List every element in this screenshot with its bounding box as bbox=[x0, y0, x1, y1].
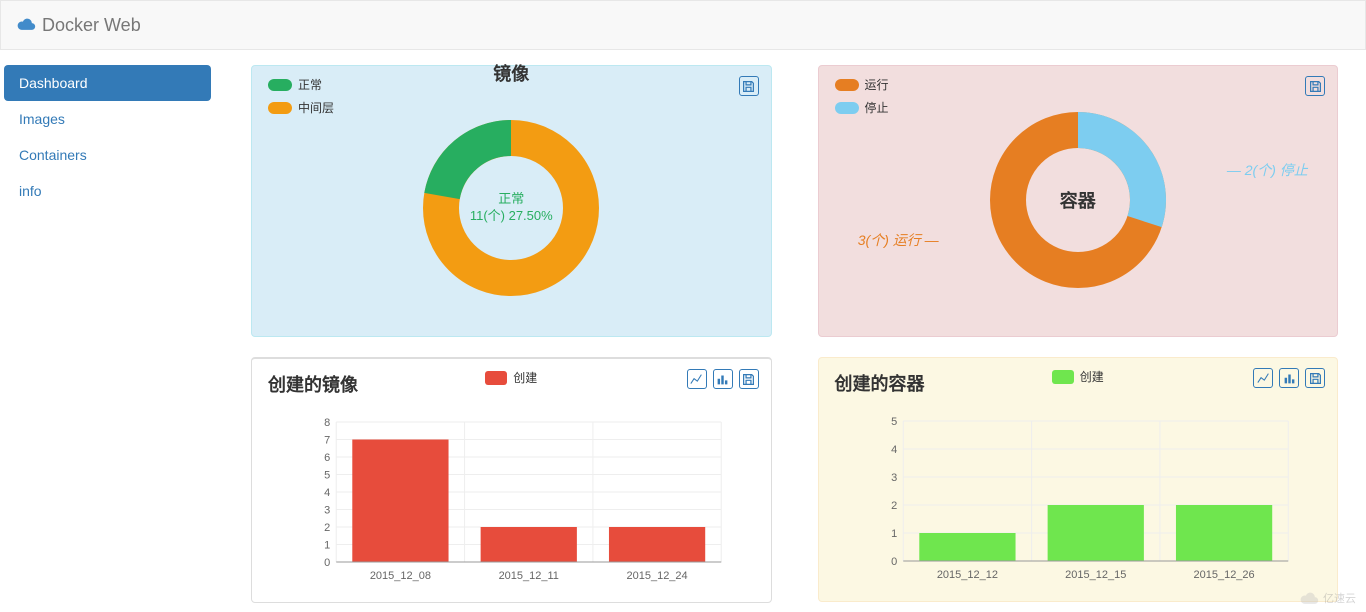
legend-item[interactable]: 运行 bbox=[835, 76, 889, 93]
sidebar: Dashboard Images Containers info bbox=[0, 65, 215, 603]
save-icon-button[interactable] bbox=[739, 369, 759, 389]
donut-chart-containers[interactable]: 容器 3(个) 运行 — — 2(个) 停止 bbox=[978, 100, 1178, 300]
legend-item[interactable]: 停止 bbox=[835, 99, 889, 116]
legend-label: 运行 bbox=[865, 76, 889, 93]
navbar: Docker Web bbox=[0, 0, 1366, 50]
panel-tools bbox=[1305, 76, 1325, 96]
chart-title: 镜像 bbox=[493, 60, 529, 86]
center-line2: 11(个) 27.50% bbox=[470, 208, 553, 225]
save-icon-button[interactable] bbox=[1305, 368, 1325, 388]
right-column: 运行 停止 容器 bbox=[818, 65, 1339, 603]
svg-text:3: 3 bbox=[324, 505, 330, 517]
svg-text:2015_12_11: 2015_12_11 bbox=[499, 570, 559, 582]
svg-text:2015_12_15: 2015_12_15 bbox=[1065, 569, 1126, 581]
sidebar-item-images[interactable]: Images bbox=[4, 101, 211, 137]
panel-tools bbox=[1253, 368, 1325, 388]
svg-text:8: 8 bbox=[324, 417, 330, 429]
legend-label: 创建 bbox=[513, 369, 537, 386]
svg-text:6: 6 bbox=[324, 452, 330, 464]
brand-text: Docker Web bbox=[42, 15, 141, 36]
callout-stopped: — 2(个) 停止 bbox=[1227, 160, 1308, 180]
panel-images-donut: 正常 中间层 镜像 bbox=[251, 65, 772, 337]
svg-text:0: 0 bbox=[324, 557, 330, 569]
legend-item[interactable]: 正常 bbox=[268, 76, 334, 93]
bar-chart-images[interactable]: 0 1 2 3 4 5 6 7 8 2015_12_08 2015_12_11 2015_12_24 bbox=[268, 397, 755, 590]
svg-text:1: 1 bbox=[324, 540, 330, 552]
svg-text:2: 2 bbox=[891, 500, 897, 512]
donut-chart-images[interactable]: 正常 11(个) 27.50% bbox=[411, 108, 611, 308]
bar-chart-containers[interactable]: 0 1 2 3 4 5 2015_12_12 2015_12_15 2015_12_26 bbox=[835, 396, 1322, 589]
panel-title: 创建的容器 bbox=[835, 374, 925, 394]
svg-text:2015_12_26: 2015_12_26 bbox=[1193, 569, 1254, 581]
save-icon-button[interactable] bbox=[1305, 76, 1325, 96]
legend-swatch-icon bbox=[835, 102, 859, 114]
callout-running: 3(个) 运行 — bbox=[858, 230, 939, 250]
legend-label: 中间层 bbox=[298, 99, 334, 116]
svg-text:5: 5 bbox=[891, 416, 897, 428]
legend-item[interactable]: 创建 bbox=[485, 369, 537, 386]
legend-label: 创建 bbox=[1080, 368, 1104, 385]
brand[interactable]: Docker Web bbox=[16, 15, 141, 36]
legend-swatch-icon bbox=[485, 371, 507, 385]
save-icon-button[interactable] bbox=[739, 76, 759, 96]
svg-text:5: 5 bbox=[324, 470, 330, 482]
cloud-icon bbox=[16, 15, 36, 36]
bar-chart-icon-button[interactable] bbox=[713, 369, 733, 389]
sidebar-item-info[interactable]: info bbox=[4, 173, 211, 209]
svg-text:2015_12_08: 2015_12_08 bbox=[370, 570, 431, 582]
svg-text:4: 4 bbox=[324, 487, 330, 499]
panel-tools bbox=[739, 76, 759, 96]
legend-bar-images: 创建 bbox=[485, 369, 537, 392]
sidebar-item-containers[interactable]: Containers bbox=[4, 137, 211, 173]
left-column: 正常 中间层 镜像 bbox=[251, 65, 772, 603]
legend-swatch-icon bbox=[835, 79, 859, 91]
svg-text:3: 3 bbox=[891, 472, 897, 484]
legend-label: 停止 bbox=[865, 99, 889, 116]
svg-text:1: 1 bbox=[891, 528, 897, 540]
line-chart-icon-button[interactable] bbox=[687, 369, 707, 389]
svg-text:2: 2 bbox=[324, 522, 330, 534]
legend-item[interactable]: 创建 bbox=[1052, 368, 1104, 385]
legend-containers: 运行 停止 bbox=[835, 76, 889, 122]
bar-chart-icon-button[interactable] bbox=[1279, 368, 1299, 388]
line-chart-icon-button[interactable] bbox=[1253, 368, 1273, 388]
legend-images: 正常 中间层 bbox=[268, 76, 334, 122]
legend-swatch-icon bbox=[268, 102, 292, 114]
svg-text:7: 7 bbox=[324, 435, 330, 447]
svg-text:2015_12_24: 2015_12_24 bbox=[626, 570, 687, 582]
legend-label: 正常 bbox=[298, 76, 322, 93]
svg-text:0: 0 bbox=[891, 556, 897, 568]
panel-tools bbox=[687, 369, 759, 389]
svg-text:2015_12_12: 2015_12_12 bbox=[936, 569, 997, 581]
center-title: 容器 bbox=[1060, 187, 1096, 213]
donut-center: 正常 11(个) 27.50% bbox=[470, 191, 553, 225]
watermark: 亿速云 bbox=[1299, 590, 1356, 606]
svg-text:4: 4 bbox=[891, 444, 897, 456]
panel-containers-bar: 创建的容器 创建 0 1 2 3 4 5 2015_12_12 2015_12_15 2015_… bbox=[818, 357, 1339, 602]
panel-containers-donut: 运行 停止 容器 bbox=[818, 65, 1339, 337]
center-line1: 正常 bbox=[470, 191, 553, 208]
legend-swatch-icon bbox=[1052, 370, 1074, 384]
main-container: Dashboard Images Containers info 正常 中间层 bbox=[0, 50, 1366, 603]
legend-swatch-icon bbox=[268, 79, 292, 91]
donut-center: 容器 bbox=[1060, 187, 1096, 213]
sidebar-item-dashboard[interactable]: Dashboard bbox=[4, 65, 211, 101]
legend-item[interactable]: 中间层 bbox=[268, 99, 334, 116]
panel-title: 创建的镜像 bbox=[268, 375, 358, 395]
panel-images-bar: 创建的镜像 创建 0 1 2 3 4 5 6 7 8 2015_12_08 2015_12_11 20… bbox=[251, 357, 772, 603]
main-content: 正常 中间层 镜像 bbox=[215, 65, 1366, 603]
legend-bar-containers: 创建 bbox=[1052, 368, 1104, 391]
